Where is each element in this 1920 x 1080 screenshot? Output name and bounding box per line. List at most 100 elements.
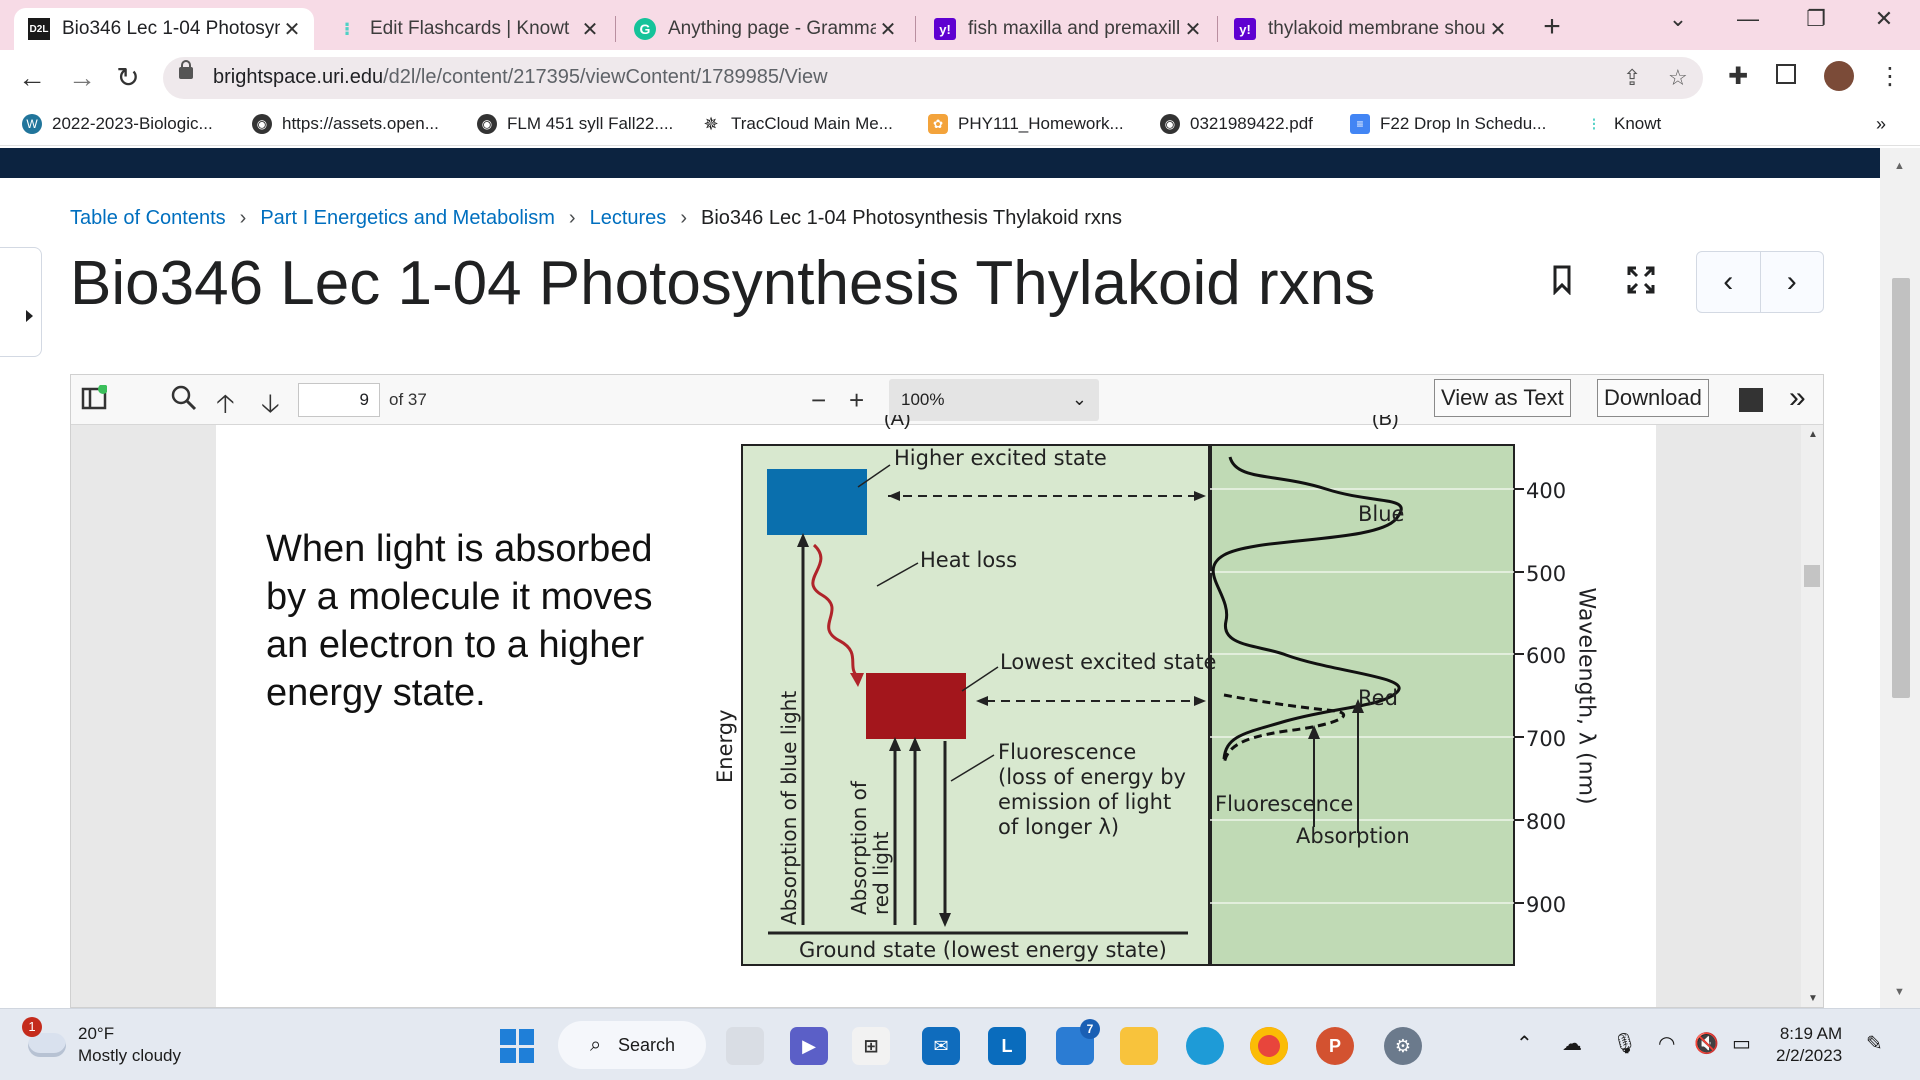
bookmark-icon[interactable] <box>1552 265 1572 303</box>
breadcrumb-current: Bio346 Lec 1-04 Photosynthesis Thylakoid… <box>700 207 1122 229</box>
notifications-icon[interactable]: ✎ <box>1866 1031 1883 1056</box>
fluorescence-desc-3: emission of light <box>998 790 1171 814</box>
restore-button[interactable]: ❐ <box>1796 6 1836 32</box>
scroll-down-icon[interactable]: ▼ <box>1894 986 1905 998</box>
volume-muted-icon[interactable]: 🔇 <box>1694 1031 1719 1056</box>
onedrive-icon[interactable]: ☁ <box>1562 1031 1582 1056</box>
task-view-icon[interactable] <box>726 1027 764 1065</box>
share-icon[interactable]: ⇪ <box>1623 65 1641 91</box>
previous-topic-button[interactable]: ‹ <box>1697 252 1760 312</box>
reload-button[interactable]: ↻ <box>108 60 148 96</box>
close-icon[interactable]: ✕ <box>1486 17 1510 42</box>
clock[interactable]: 8:19 AM 2/2/2023 <box>1776 1023 1842 1067</box>
teams-icon[interactable]: ▶ <box>790 1027 828 1065</box>
tick-label: 600 <box>1526 644 1567 668</box>
close-window-button[interactable]: ✕ <box>1864 6 1904 32</box>
menu-icon[interactable]: ⋮ <box>1878 62 1902 91</box>
taskbar-search[interactable]: ⌕ Search <box>558 1021 706 1069</box>
next-topic-button[interactable]: › <box>1759 252 1824 312</box>
scroll-up-icon[interactable]: ▲ <box>1894 160 1905 172</box>
chrome-icon[interactable] <box>1250 1027 1288 1065</box>
url-domain: brightspace.uri.edu <box>213 66 384 88</box>
scroll-down-icon[interactable]: ▼ <box>1808 993 1818 1004</box>
battery-icon[interactable]: ▭ <box>1732 1031 1751 1056</box>
start-button[interactable] <box>500 1029 534 1063</box>
powerpoint-icon[interactable]: P <box>1316 1027 1354 1065</box>
weather-widget[interactable]: 1 20°F Mostly cloudy <box>22 1017 181 1067</box>
scroll-thumb[interactable] <box>1892 278 1910 698</box>
tab-grammarly[interactable]: G Anything page - Gramma ✕ <box>620 8 910 50</box>
previous-page-icon[interactable]: 🡡 <box>216 385 235 429</box>
bookmark-item[interactable]: ≡ F22 Drop In Schedu... <box>1350 114 1546 134</box>
more-bookmarks-icon[interactable]: » <box>1876 114 1886 135</box>
edge-icon[interactable] <box>1186 1027 1224 1065</box>
more-tools-icon[interactable]: » <box>1789 381 1806 415</box>
minimize-button[interactable]: — <box>1728 6 1768 32</box>
fullscreen-icon[interactable] <box>1626 265 1656 303</box>
page-scrollbar[interactable]: ▲ ▼ <box>1880 148 1920 1008</box>
bookmark-item[interactable]: ◉ 0321989422.pdf <box>1160 114 1313 134</box>
tab-search-chevron-icon[interactable]: ⌄ <box>1658 6 1698 32</box>
extensions-icon[interactable]: ✚ <box>1728 62 1748 91</box>
tab-knowt[interactable]: ⁝ Edit Flashcards | Knowt ✕ <box>322 8 612 50</box>
page-title: Bio346 Lec 1-04 Photosynthesis Thylakoid… <box>70 249 1376 318</box>
date: 2/2/2023 <box>1776 1046 1843 1065</box>
close-icon[interactable]: ✕ <box>876 17 900 42</box>
red-absorption-label-2: red light <box>869 831 893 915</box>
view-as-text-button[interactable]: View as Text <box>1434 379 1571 417</box>
mail-icon[interactable]: ✉ <box>922 1027 960 1065</box>
address-bar[interactable]: brightspace.uri.edu/d2l/le/content/21739… <box>163 57 1703 99</box>
scroll-thumb[interactable] <box>1804 565 1820 587</box>
tab-yahoo-fish[interactable]: y! fish maxilla and premaxill ✕ <box>920 8 1215 50</box>
lock-icon[interactable] <box>179 60 193 79</box>
url-text[interactable]: brightspace.uri.edu/d2l/le/content/21739… <box>213 66 828 89</box>
close-icon[interactable]: ✕ <box>280 17 304 42</box>
zoom-out-icon[interactable]: − <box>811 385 826 416</box>
show-hidden-icons-icon[interactable]: ⌃ <box>1516 1031 1533 1056</box>
new-tab-button[interactable]: + <box>1534 10 1570 44</box>
zoom-in-icon[interactable]: + <box>849 385 864 416</box>
higher-excited-state-box <box>767 469 867 535</box>
bookmark-item[interactable]: ✿ PHY111_Homework... <box>928 114 1124 134</box>
side-panel-icon[interactable] <box>1776 64 1796 84</box>
tab-divider <box>615 16 616 42</box>
forward-button[interactable]: → <box>62 60 102 96</box>
l-app-icon[interactable]: L <box>988 1027 1026 1065</box>
wifi-icon[interactable]: ◠ <box>1658 1031 1675 1056</box>
bookmark-item[interactable]: ◉ https://assets.open... <box>252 114 439 134</box>
find-icon[interactable] <box>171 385 197 418</box>
bookmark-label: PHY111_Homework... <box>958 114 1124 133</box>
bookmark-star-icon[interactable]: ☆ <box>1668 65 1688 91</box>
store-icon[interactable]: ⊞ <box>852 1027 890 1065</box>
profile-avatar[interactable] <box>1824 61 1854 91</box>
next-page-icon[interactable]: 🡣 <box>261 385 280 429</box>
close-icon[interactable]: ✕ <box>1181 17 1205 42</box>
file-explorer-icon[interactable] <box>1120 1027 1158 1065</box>
presentation-mode-icon[interactable] <box>1739 388 1763 412</box>
scroll-up-icon[interactable]: ▲ <box>1808 429 1818 440</box>
yahoo-icon: y! <box>1234 18 1256 40</box>
title-chevron-down-icon[interactable]: ⌄ <box>1356 270 1379 303</box>
breadcrumb-link[interactable]: Table of Contents <box>70 207 226 230</box>
globe-icon: ◉ <box>252 114 272 134</box>
bookmark-item[interactable]: W 2022-2023-Biologic... <box>22 114 213 134</box>
breadcrumb-link[interactable]: Part I Energetics and Metabolism <box>260 207 555 230</box>
settings-icon[interactable]: ⚙ <box>1384 1027 1422 1065</box>
breadcrumb-link[interactable]: Lectures <box>590 207 667 230</box>
close-icon[interactable]: ✕ <box>578 17 602 42</box>
viewer-scrollbar[interactable]: ▲ ▼ <box>1801 425 1823 1007</box>
back-button[interactable]: ← <box>12 60 52 96</box>
tab-d2l[interactable]: D2L Bio346 Lec 1-04 Photosyn ✕ <box>14 8 314 50</box>
download-button[interactable]: Download <box>1597 379 1709 417</box>
sidebar-icon[interactable] <box>81 384 108 418</box>
microphone-icon[interactable]: 🎙 <box>1612 1031 1637 1056</box>
tab-yahoo-thylakoid[interactable]: y! thylakoid membrane shou ✕ <box>1220 8 1520 50</box>
page-number-input[interactable]: 9 <box>298 383 380 417</box>
bookmark-item[interactable]: ✵ TracCloud Main Me... <box>701 114 892 134</box>
calendar-app-icon[interactable]: 7 <box>1056 1019 1100 1065</box>
wavelength-axis-label: Wavelength, λ (nm) <box>1573 587 1599 805</box>
bookmark-item[interactable]: ◉ FLM 451 syll Fall22.... <box>477 114 673 134</box>
sidebar-toggle[interactable] <box>0 247 42 357</box>
slide-page: When light is absorbed by a molecule it … <box>216 415 1656 1007</box>
bookmark-item[interactable]: ⁝ Knowt <box>1584 114 1661 134</box>
